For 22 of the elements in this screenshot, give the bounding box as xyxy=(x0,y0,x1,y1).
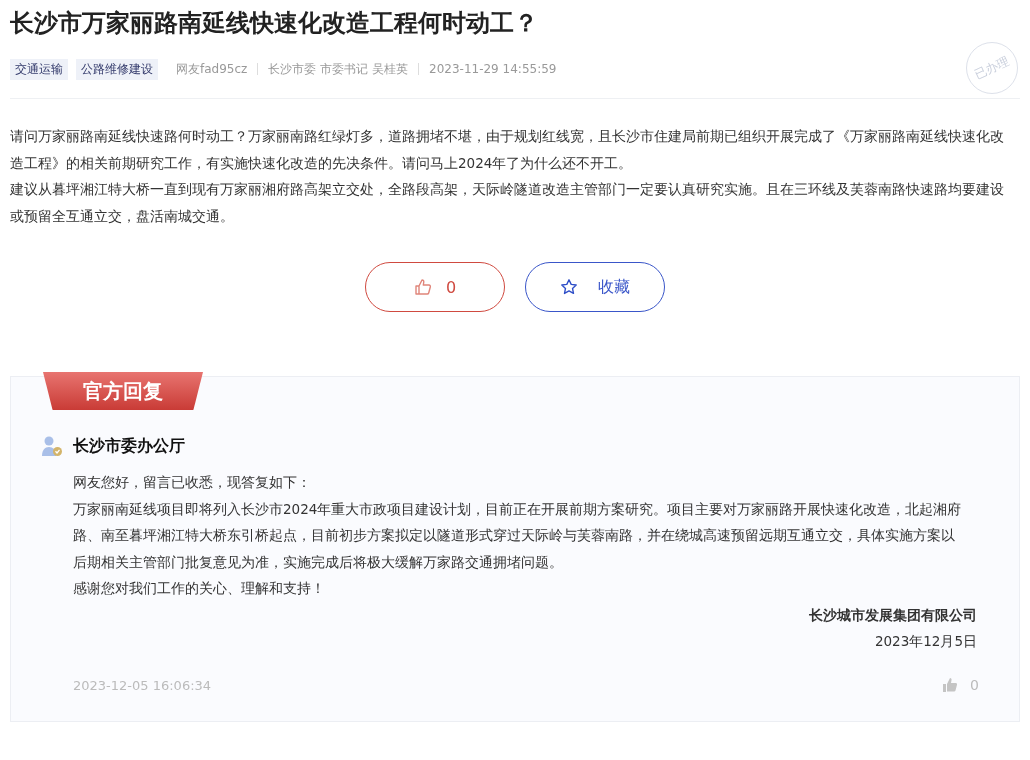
author-name: 网友fad95cz xyxy=(176,60,248,78)
verified-user-icon xyxy=(41,435,63,457)
like-button[interactable]: 0 xyxy=(365,262,505,312)
question-paragraph: 请问万家丽路南延线快速路何时动工？万家丽南路红绿灯多，道路拥堵不堪，由于规划红线宽，且长沙市住建局前期已组织开展完成了《万家丽路南延线快速化改造工程》的相关前期研究工作，有实施快速化改造的先决条件。请问马上2024年了为什么还不开工。 xyxy=(10,127,1005,173)
reply-paragraph: 感谢您对我们工作的关心、理解和支持！ xyxy=(73,579,326,598)
reply-paragraph: 万家丽南延线项目即将列入长沙市2024年重大市政项目建设计划，目前正在开展前期方案研究。项目主要对万家丽路开展快速化改造，北起湘府路、南至暮坪湘江特大桥东引桥起点，目前初步方案拟定以隧道形式穿过天际岭与芙蓉南路，并在绕城高速预留远期互通立交，具体实施方案以后期相关主管部门批复意见为准，实施完成后将极大缓解万家路交通拥堵问题。 xyxy=(73,499,963,572)
reply-paragraph: 网友您好，留言已收悉，现答复如下： xyxy=(73,473,312,492)
favorite-button[interactable]: 收藏 xyxy=(525,262,665,312)
star-icon xyxy=(560,278,578,296)
responder-name: 长沙市委办公厅 xyxy=(73,435,185,457)
thumbs-up-icon xyxy=(942,677,959,693)
reply-date: 2023年12月5日 xyxy=(873,632,977,651)
reply-time: 2023-12-05 16:06:34 xyxy=(73,677,212,693)
category-tag[interactable]: 交通运输 xyxy=(10,58,68,80)
reply-signature: 长沙城市发展集团有限公司 xyxy=(808,605,977,625)
question-paragraph: 建议从暮坪湘江特大桥一直到现有万家丽湘府路高架立交处，全路段高架，天际岭隧道改造主管部门一定要认真研究实施。且在三环线及芙蓉南路快速路均要建设或预留全互通立交，盘活南城交通。 xyxy=(10,180,1005,226)
post-time: 2023-11-29 14:55:59 xyxy=(429,62,557,76)
category-tag[interactable]: 公路维修建设 xyxy=(76,58,158,80)
question-title: 长沙市万家丽路南延线快速化改造工程何时动工？ xyxy=(10,8,539,39)
recipient-name: 长沙市委 市委书记 吴桂英 xyxy=(268,60,408,78)
reply-ribbon: 官方回复 xyxy=(43,372,203,410)
thumbs-up-icon xyxy=(413,278,432,296)
